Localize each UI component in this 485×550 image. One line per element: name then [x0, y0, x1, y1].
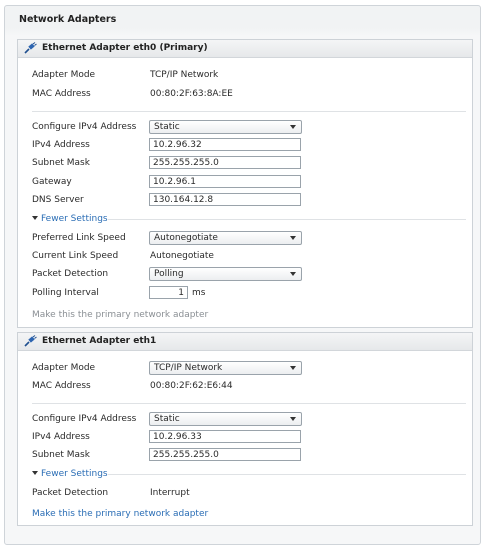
mac-address-value: 00:80:2F:62:E6:44	[150, 381, 233, 391]
configure-ipv4-label: Configure IPv4 Address	[32, 122, 137, 132]
polling-interval-label: Polling Interval	[32, 288, 99, 298]
configure-ipv4-label: Configure IPv4 Address	[32, 414, 137, 424]
packet-detection-selected: Polling	[154, 269, 184, 279]
packet-detection-value: Interrupt	[150, 488, 190, 498]
fewer-settings-label: Fewer Settings	[41, 469, 108, 479]
adapter-eth1-header: Ethernet Adapter eth1	[18, 333, 472, 351]
triangle-down-icon	[32, 216, 38, 220]
packet-detection-select[interactable]: Polling	[149, 267, 302, 281]
network-plug-icon	[24, 42, 37, 54]
chevron-down-icon	[290, 236, 296, 240]
gateway-input[interactable]: 10.2.96.1	[149, 175, 301, 188]
configure-ipv4-selected: Static	[154, 122, 180, 132]
chevron-down-icon	[290, 272, 296, 276]
network-plug-icon	[24, 335, 37, 347]
current-link-speed-label: Current Link Speed	[32, 251, 119, 261]
network-adapters-panel: Network Adapters Ethernet Adapter eth0 (…	[4, 5, 481, 545]
adapter-eth1-title: Ethernet Adapter eth1	[42, 336, 157, 346]
mac-address-value: 00:80:2F:63:8A:EE	[150, 89, 233, 99]
ipv4-address-label: IPv4 Address	[32, 432, 90, 442]
fewer-settings-label: Fewer Settings	[41, 214, 108, 224]
divider	[32, 111, 466, 112]
dns-server-label: DNS Server	[32, 195, 84, 205]
subnet-mask-label: Subnet Mask	[32, 158, 90, 168]
divider	[32, 403, 466, 404]
adapter-eth1-panel: Ethernet Adapter eth1 Adapter Mode TCP/I…	[17, 332, 473, 526]
ipv4-address-input[interactable]: 10.2.96.32	[149, 138, 301, 151]
make-primary-link[interactable]: Make this the primary network adapter	[32, 509, 208, 519]
subnet-mask-input[interactable]: 255.255.255.0	[149, 156, 301, 169]
adapter-eth0-header: Ethernet Adapter eth0 (Primary)	[18, 40, 472, 58]
chevron-down-icon	[290, 125, 296, 129]
fewer-settings-toggle[interactable]: Fewer Settings	[32, 469, 108, 479]
adapter-mode-select[interactable]: TCP/IP Network	[149, 361, 302, 375]
packet-detection-label: Packet Detection	[32, 488, 109, 498]
adapter-mode-label: Adapter Mode	[32, 363, 96, 373]
mac-address-label: MAC Address	[32, 89, 91, 99]
triangle-down-icon	[32, 471, 38, 475]
make-primary-link-disabled: Make this the primary network adapter	[32, 310, 209, 320]
divider	[108, 474, 466, 475]
subnet-mask-label: Subnet Mask	[32, 450, 90, 460]
preferred-link-speed-select[interactable]: Autonegotiate	[149, 231, 302, 245]
packet-detection-label: Packet Detection	[32, 269, 109, 279]
adapter-mode-selected: TCP/IP Network	[154, 363, 223, 373]
preferred-link-speed-label: Preferred Link Speed	[32, 233, 126, 243]
subnet-mask-input[interactable]: 255.255.255.0	[149, 448, 301, 461]
ipv4-address-label: IPv4 Address	[32, 140, 90, 150]
adapter-mode-label: Adapter Mode	[32, 70, 96, 80]
adapter-mode-value: TCP/IP Network	[150, 70, 219, 80]
mac-address-label: MAC Address	[32, 381, 91, 391]
fewer-settings-toggle[interactable]: Fewer Settings	[32, 214, 108, 224]
ipv4-address-input[interactable]: 10.2.96.33	[149, 430, 301, 443]
divider	[108, 219, 466, 220]
configure-ipv4-select[interactable]: Static	[149, 120, 302, 134]
adapter-eth0-panel: Ethernet Adapter eth0 (Primary) Adapter …	[17, 39, 473, 328]
dns-server-input[interactable]: 130.164.12.8	[149, 193, 301, 206]
configure-ipv4-selected: Static	[154, 414, 180, 424]
polling-interval-input[interactable]: 1	[149, 286, 188, 299]
current-link-speed-value: Autonegotiate	[150, 251, 214, 261]
polling-interval-unit: ms	[192, 288, 206, 298]
page-title: Network Adapters	[19, 14, 117, 25]
configure-ipv4-select[interactable]: Static	[149, 412, 302, 426]
chevron-down-icon	[290, 417, 296, 421]
adapter-eth0-title: Ethernet Adapter eth0 (Primary)	[42, 43, 208, 53]
preferred-link-speed-selected: Autonegotiate	[154, 233, 218, 243]
chevron-down-icon	[290, 366, 296, 370]
gateway-label: Gateway	[32, 177, 72, 187]
